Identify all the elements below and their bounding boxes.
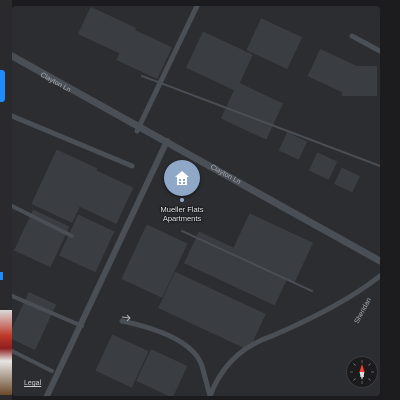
compass-icon: N [350,360,374,384]
road[interactable] [12,349,54,373]
road-label-clayton-2: Clayton Ln [209,164,242,186]
compass-north-label: N [360,373,364,379]
sidebar-photo-thumbnail[interactable] [0,310,12,395]
map-view[interactable]: Clayton Ln Clayton Ln Sheridan Mueller F… [12,6,380,396]
building [334,167,360,193]
compass-button[interactable]: N [346,356,378,388]
place-marker[interactable] [162,160,202,202]
building [220,82,284,140]
building [342,66,377,96]
window-edge [380,0,400,400]
place-marker-pin [180,198,184,202]
road[interactable] [349,33,380,54]
building [246,18,303,70]
place-marker-badge[interactable] [164,160,200,196]
building [14,209,70,268]
building [186,31,253,91]
sidebar-indicator-dot [0,272,3,280]
sidebar-selection-indicator[interactable] [0,70,5,102]
app-window: Clayton Ln Clayton Ln Sheridan Mueller F… [0,0,400,400]
home-icon [175,171,189,185]
place-label[interactable]: Mueller Flats Apartments [132,205,232,223]
road-label-sheridan: Sheridan [354,297,373,325]
building [308,152,338,180]
place-name-line2: Apartments [162,213,202,223]
legal-link[interactable]: Legal [24,380,41,387]
